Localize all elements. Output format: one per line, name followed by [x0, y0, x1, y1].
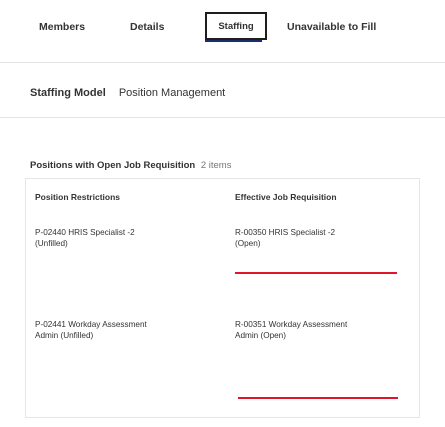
tab-staffing-label: Staffing [218, 20, 254, 32]
requisition-name: R-00351 Workday Assessment [235, 320, 348, 329]
cell-focus-indicator [235, 272, 397, 274]
positions-grid: Position Restrictions Effective Job Requ… [25, 178, 420, 418]
requisition-name: R-00350 HRIS Specialist -2 [235, 228, 336, 237]
requisition-cell[interactable]: R-00350 HRIS Specialist -2 (Open) [235, 227, 335, 249]
requisition-cell[interactable]: R-00351 Workday Assessment Admin (Open) [235, 319, 347, 341]
position-name: P-02441 Workday Assessment [35, 320, 147, 329]
tab-staffing[interactable]: Staffing [205, 12, 267, 40]
subnav-staffing-model[interactable]: Staffing Model [30, 87, 106, 99]
item-count: 2 items [200, 160, 232, 171]
subnav-divider [0, 117, 445, 118]
section-title-text: Positions with Open Job Requisition [30, 160, 196, 171]
position-name: P-02440 HRIS Specialist -2 [35, 228, 135, 237]
tab-divider [0, 62, 445, 63]
requisition-status: Admin (Open) [235, 331, 286, 340]
position-status: (Unfilled) [35, 239, 68, 248]
requisition-status: (Open) [235, 239, 261, 248]
column-header-position-restrictions: Position Restrictions [35, 192, 121, 202]
section-title: Positions with Open Job Requisition 2 it… [30, 160, 231, 171]
position-status: Admin (Unfilled) [35, 331, 94, 340]
tab-unavailable-to-fill[interactable]: Unavailable to Fill [287, 21, 376, 33]
tab-details[interactable]: Details [130, 21, 164, 33]
tab-bar: Members Details Staffing Unavailable to … [0, 0, 445, 62]
subnav-position-management[interactable]: Position Management [119, 87, 225, 99]
column-header-effective-job-requisition: Effective Job Requisition [235, 192, 337, 202]
cell-focus-indicator [238, 397, 398, 399]
position-cell[interactable]: P-02441 Workday Assessment Admin (Unfill… [35, 319, 147, 341]
position-cell[interactable]: P-02440 HRIS Specialist -2 (Unfilled) [35, 227, 135, 249]
subnav: Staffing Model Position Management [30, 87, 225, 99]
tab-members[interactable]: Members [39, 21, 85, 33]
active-tab-indicator [205, 40, 262, 42]
